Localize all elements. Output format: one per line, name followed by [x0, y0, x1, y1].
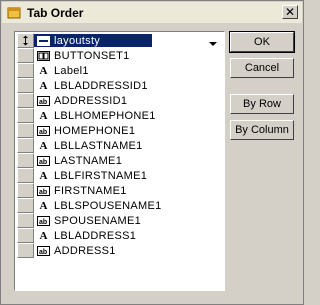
list-item-homephone1[interactable]: ab HOMEPHONE1	[17, 123, 222, 138]
list-item-lbladdress1[interactable]: A LBLADDRESS1	[17, 228, 222, 243]
label-icon: A	[39, 169, 48, 182]
row-label: ADDRESSID1	[54, 94, 128, 107]
by-row-button[interactable]: By Row	[230, 94, 294, 114]
label-icon: A	[39, 139, 48, 152]
row-content: ab HOMEPHONE1	[34, 125, 135, 137]
list-item-address1[interactable]: ab ADDRESS1	[17, 243, 222, 258]
list-item-lastname1[interactable]: ab LASTNAME1	[17, 153, 222, 168]
window-title: Tab Order	[27, 5, 84, 20]
svg-text:ab: ab	[39, 159, 47, 166]
row-handle[interactable]	[17, 63, 34, 78]
row-handle[interactable]	[17, 243, 34, 258]
label-icon: A	[39, 199, 48, 212]
row-label: SPOUSENAME1	[54, 214, 142, 227]
svg-text:ab: ab	[39, 129, 47, 136]
app-icon	[6, 6, 21, 19]
tab-order-list[interactable]: layoutsty BUTTONSET1 A Label1 A LBLADDRESSID1…	[14, 31, 225, 291]
row-content: A LBLHOMEPHONE1	[34, 110, 156, 122]
combo-icon	[37, 35, 50, 46]
row-label: LBLADDRESS1	[54, 229, 137, 242]
row-handle[interactable]	[17, 78, 34, 93]
row-label: LBLSPOUSENAME1	[54, 199, 162, 212]
row-content: ab ADDRESS1	[34, 245, 116, 257]
row-content: A LBLADDRESS1	[34, 230, 136, 242]
row-label: HOMEPHONE1	[54, 124, 136, 137]
ok-button[interactable]: OK	[229, 31, 295, 53]
label-icon: A	[39, 79, 48, 92]
row-handle[interactable]	[17, 48, 34, 63]
row-content: ab SPOUSENAME1	[34, 215, 141, 227]
label-icon: A	[39, 109, 48, 122]
list-item-lblfirstname1[interactable]: A LBLFIRSTNAME1	[17, 168, 222, 183]
row-label: BUTTONSET1	[54, 49, 130, 62]
row-handle[interactable]	[17, 228, 34, 243]
row-label: Label1	[54, 64, 89, 77]
textbox-icon: ab	[37, 185, 50, 196]
list-item-lblspousename1[interactable]: A LBLSPOUSENAME1	[17, 198, 222, 213]
row-handle[interactable]	[17, 198, 34, 213]
row-content: ab FIRSTNAME1	[34, 185, 127, 197]
by-column-button[interactable]: By Column	[230, 120, 294, 140]
row-handle[interactable]	[17, 138, 34, 153]
list-item-lbladdressid1[interactable]: A LBLADDRESSID1	[17, 78, 222, 93]
chevron-down-icon[interactable]	[209, 35, 217, 46]
row-handle[interactable]	[17, 33, 34, 48]
row-handle[interactable]	[17, 123, 34, 138]
list-item-addressid1[interactable]: ab ADDRESSID1	[17, 93, 222, 108]
list-item-lbllastname1[interactable]: A LBLLASTNAME1	[17, 138, 222, 153]
textbox-icon: ab	[37, 245, 50, 256]
row-content: layoutsty	[34, 34, 153, 47]
svg-text:ab: ab	[39, 189, 47, 196]
row-handle[interactable]	[17, 213, 34, 228]
row-handle[interactable]	[17, 93, 34, 108]
tab-order-dialog: Tab Order ✕ layoutsty BUTTONSET1 A Label1 A L…	[0, 0, 304, 305]
row-label: layoutsty	[54, 34, 101, 47]
row-content: A LBLFIRSTNAME1	[34, 170, 147, 182]
row-handle[interactable]	[17, 168, 34, 183]
list-item-layoutsty[interactable]: layoutsty	[17, 33, 222, 48]
list-item-spousename1[interactable]: ab SPOUSENAME1	[17, 213, 222, 228]
row-label: ADDRESS1	[54, 244, 116, 257]
row-handle[interactable]	[17, 153, 34, 168]
row-label: LBLFIRSTNAME1	[54, 169, 148, 182]
list-item-firstname1[interactable]: ab FIRSTNAME1	[17, 183, 222, 198]
row-label: LBLLASTNAME1	[54, 139, 143, 152]
row-content: A LBLLASTNAME1	[34, 140, 143, 152]
row-content: BUTTONSET1	[34, 50, 130, 62]
svg-text:ab: ab	[39, 249, 47, 256]
row-handle[interactable]	[17, 108, 34, 123]
label-icon: A	[39, 64, 48, 77]
row-content: A Label1	[34, 65, 89, 77]
list-item-lblhomephone1[interactable]: A LBLHOMEPHONE1	[17, 108, 222, 123]
row-label: LBLHOMEPHONE1	[54, 109, 156, 122]
title-bar: Tab Order ✕	[2, 2, 302, 23]
label-icon: A	[39, 229, 48, 242]
textbox-icon: ab	[37, 155, 50, 166]
textbox-icon: ab	[37, 125, 50, 136]
svg-text:ab: ab	[39, 99, 47, 106]
row-content: ab ADDRESSID1	[34, 95, 127, 107]
row-content: A LBLADDRESSID1	[34, 80, 148, 92]
close-button[interactable]: ✕	[282, 5, 298, 19]
textbox-icon: ab	[37, 215, 50, 226]
cancel-button[interactable]: Cancel	[230, 58, 294, 78]
list-item-buttonset1[interactable]: BUTTONSET1	[17, 48, 222, 63]
row-label: LBLADDRESSID1	[54, 79, 148, 92]
row-label: FIRSTNAME1	[54, 184, 127, 197]
row-content: A LBLSPOUSENAME1	[34, 200, 162, 212]
close-icon: ✕	[284, 5, 296, 19]
buttonset-icon	[37, 50, 50, 61]
row-handle[interactable]	[17, 183, 34, 198]
textbox-icon: ab	[37, 95, 50, 106]
row-content: ab LASTNAME1	[34, 155, 122, 167]
svg-text:ab: ab	[39, 219, 47, 226]
list-item-label1[interactable]: A Label1	[17, 63, 222, 78]
row-label: LASTNAME1	[54, 154, 123, 167]
